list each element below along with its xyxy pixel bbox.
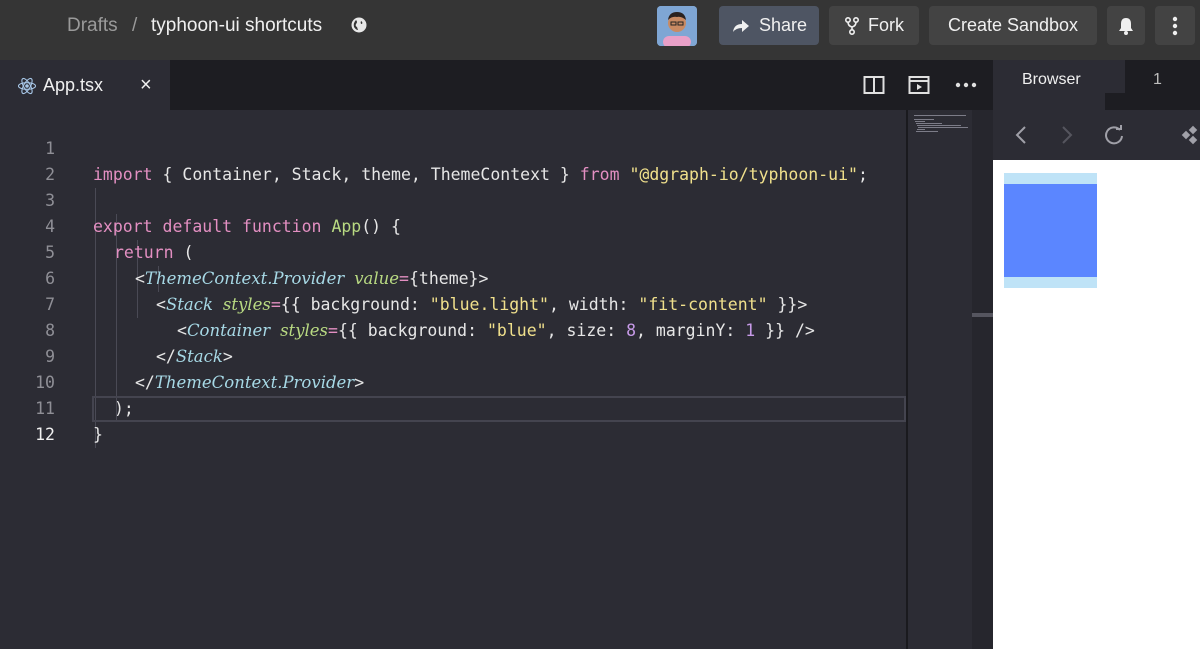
vertical-dots-icon — [1172, 16, 1178, 35]
editor-tab-bar: App.tsx × — [0, 60, 993, 110]
tab-divider — [1105, 93, 1125, 110]
tab-label: App.tsx — [43, 75, 104, 95]
code-editor[interactable]: 1 import { Container, Stack, theme, Them… — [0, 110, 906, 649]
code-line: 4 return ( — [0, 188, 906, 262]
minimap-line — [914, 115, 966, 116]
share-button[interactable]: Share — [719, 6, 819, 45]
code-line: 12 — [0, 396, 906, 444]
avatar-image — [657, 6, 697, 46]
split-view-icon[interactable] — [863, 75, 885, 95]
react-icon — [17, 77, 37, 95]
code-line: 10 ); — [0, 344, 906, 418]
code-line: 6 <Stack styles={{ background: "blue.lig… — [0, 240, 906, 314]
tab-secondary[interactable]: 1 — [1153, 71, 1162, 89]
code-line: 1 import { Container, Stack, theme, Them… — [0, 110, 906, 184]
tab-app-tsx[interactable]: App.tsx × — [0, 60, 170, 110]
editor-scrollbar[interactable] — [972, 110, 993, 649]
preview-icon[interactable] — [908, 75, 930, 95]
code-line: 11 } — [0, 370, 906, 444]
more-horizontal-icon[interactable] — [955, 82, 977, 88]
codesandbox-icon[interactable] — [1181, 124, 1200, 146]
preview-container — [1004, 184, 1097, 277]
breadcrumb-separator: / — [132, 15, 138, 36]
minimap-line — [917, 129, 925, 130]
line-number: 12 — [35, 425, 55, 444]
share-arrow-icon — [732, 19, 749, 32]
refresh-icon[interactable] — [1103, 124, 1125, 146]
close-tab-icon[interactable]: × — [140, 74, 152, 96]
browser-nav-bar — [993, 110, 1200, 160]
more-menu-button[interactable] — [1155, 6, 1195, 45]
globe-icon[interactable] — [350, 16, 368, 34]
create-sandbox-label: Create Sandbox — [947, 15, 1079, 35]
code-line: 2 — [0, 136, 906, 184]
fork-button[interactable]: Fork — [829, 6, 919, 45]
preview-stack — [1004, 173, 1097, 288]
code-line: 9 </ThemeContext.Provider> — [0, 318, 906, 392]
minimap-line — [916, 123, 942, 124]
browser-tab-bar: Browser 1 — [993, 60, 1200, 110]
minimap-line — [916, 131, 938, 132]
minimap-line — [918, 127, 968, 128]
code-line: 7 <Container styles={{ background: "blue… — [0, 266, 906, 340]
top-bar: Drafts / typhoon-ui shortcuts Share Fork — [0, 0, 1200, 60]
minimap-line — [915, 121, 925, 122]
code-line: 3 export default function App() { — [0, 162, 906, 236]
forward-icon[interactable] — [1059, 124, 1075, 146]
sandbox-title[interactable]: typhoon-ui shortcuts — [151, 14, 322, 38]
minimap-line — [914, 119, 934, 120]
code-line: 8 </Stack> — [0, 292, 906, 366]
back-icon[interactable] — [1013, 124, 1029, 146]
minimap-line — [917, 125, 961, 126]
user-avatar[interactable] — [657, 6, 697, 46]
fork-label: Fork — [868, 15, 904, 35]
share-label: Share — [758, 15, 808, 35]
create-sandbox-button[interactable]: Create Sandbox — [929, 6, 1097, 45]
bell-icon — [1119, 17, 1133, 35]
code-text: } — [93, 425, 103, 444]
minimap[interactable] — [906, 110, 972, 649]
browser-tab-label: Browser — [1022, 71, 1081, 88]
scrollbar-marker — [972, 313, 993, 317]
code-line: 5 <ThemeContext.Provider value={theme}> — [0, 214, 906, 288]
browser-panel: Browser 1 — [993, 60, 1200, 649]
breadcrumb-drafts[interactable]: Drafts — [67, 14, 118, 38]
notifications-button[interactable] — [1107, 6, 1145, 45]
fork-icon — [844, 16, 860, 35]
